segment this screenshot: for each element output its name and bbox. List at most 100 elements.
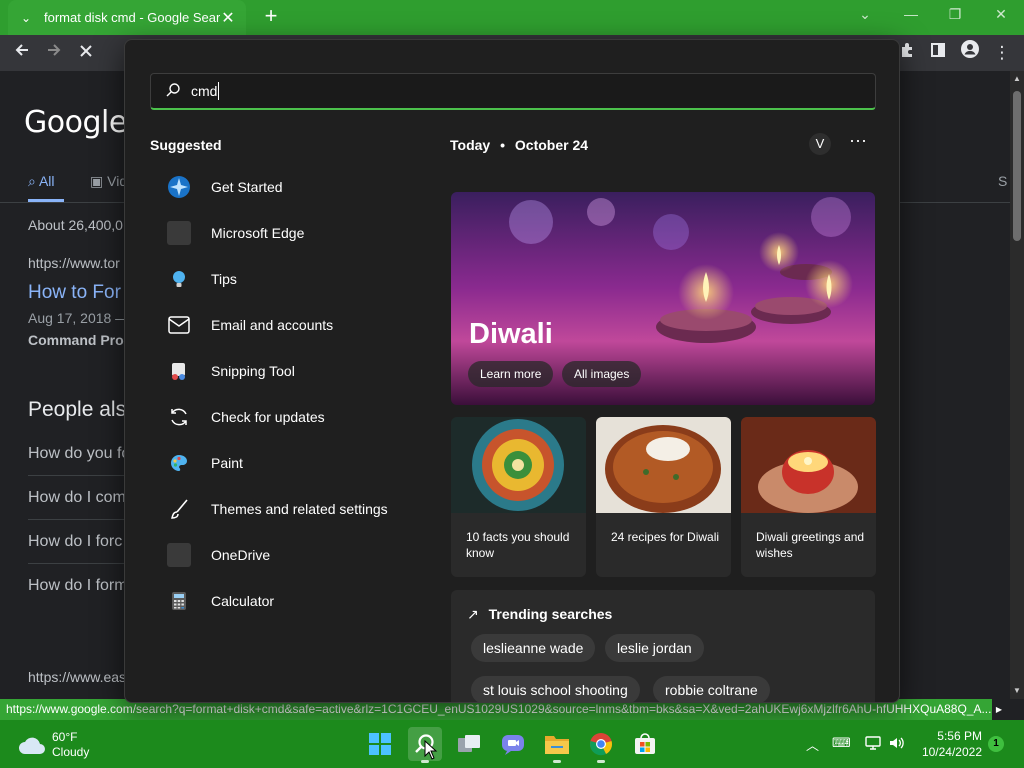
suggested-item-label: Tips xyxy=(211,271,237,287)
chrome-icon xyxy=(590,733,612,756)
article-card[interactable]: 10 facts you should know xyxy=(451,417,586,577)
forward-arrow-icon[interactable] xyxy=(40,39,68,67)
result-snippet: Command Pron xyxy=(28,332,133,348)
suggested-item-microsoft-edge[interactable]: Microsoft Edge xyxy=(150,213,410,253)
divider xyxy=(28,475,128,476)
video-icon: ▣ xyxy=(90,173,104,189)
suggested-item-label: Calculator xyxy=(211,593,275,609)
trending-label: Trending searches xyxy=(488,606,613,622)
new-tab-button[interactable]: + xyxy=(258,4,284,30)
people-also-ask-heading: People als xyxy=(28,398,127,421)
menu-kebab-icon[interactable]: ⋮ xyxy=(988,39,1016,67)
tab-all-label: All xyxy=(38,173,55,189)
keyboard-icon[interactable]: ⌨ xyxy=(832,735,851,751)
close-window-icon[interactable]: ✕ xyxy=(978,0,1024,30)
weather-temp: 60°F xyxy=(52,730,78,744)
suggested-item-label: Snipping Tool xyxy=(211,363,295,379)
today-heading: Today • October 24 xyxy=(450,137,588,153)
suggested-item-paint[interactable]: Paint xyxy=(150,443,410,483)
running-indicator xyxy=(553,760,561,763)
result-date: Aug 17, 2018 — xyxy=(28,310,130,326)
notification-badge[interactable]: 1 xyxy=(988,736,1004,752)
trending-item[interactable]: leslieanne wade xyxy=(471,634,596,662)
restore-icon[interactable]: ❐ xyxy=(932,0,978,30)
suggested-item-onedrive[interactable]: OneDrive xyxy=(150,535,410,575)
cloud-icon xyxy=(19,737,45,754)
diwali-hero-card[interactable]: Diwali Learn more All images xyxy=(451,192,875,405)
trending-item[interactable]: robbie coltrane xyxy=(653,676,770,702)
scroll-up-icon[interactable]: ▲ xyxy=(1010,74,1024,83)
tab-settings[interactable]: S xyxy=(998,173,1007,189)
suggested-item-label: OneDrive xyxy=(211,547,271,563)
suggested-item-email-accounts[interactable]: Email and accounts xyxy=(150,305,410,345)
suggested-item-themes-settings[interactable]: Themes and related settings xyxy=(150,489,410,529)
store-icon xyxy=(635,733,655,754)
more-options-button[interactable]: ··· xyxy=(847,131,869,154)
tab-search-icon[interactable]: ⌄ xyxy=(842,0,888,30)
tab-strip: ⌄ format disk cmd - Google Search ✕ + ⌄ … xyxy=(0,0,1024,35)
calculator-icon xyxy=(158,589,200,613)
user-avatar[interactable]: V xyxy=(809,133,831,155)
trending-item[interactable]: st louis school shooting xyxy=(471,676,640,702)
refresh-icon xyxy=(158,405,200,429)
question-item[interactable]: How do I form xyxy=(28,577,128,595)
paint-icon xyxy=(158,451,200,475)
chrome-button[interactable] xyxy=(584,727,618,763)
scrollbar-thumb[interactable] xyxy=(1013,91,1021,241)
question-item[interactable]: How do you fo xyxy=(28,445,130,463)
network-icon[interactable] xyxy=(864,735,882,754)
suggested-item-check-updates[interactable]: Check for updates xyxy=(150,397,410,437)
learn-more-button[interactable]: Learn more xyxy=(468,361,554,387)
minimize-icon[interactable]: — xyxy=(888,0,934,30)
volume-icon[interactable] xyxy=(888,735,906,754)
result-url[interactable]: https://www.tor xyxy=(28,255,120,271)
scroll-down-icon[interactable]: ▼ xyxy=(1010,686,1024,695)
search-input-value: cmd xyxy=(191,83,218,99)
google-logo[interactable]: Google xyxy=(24,105,127,140)
suggested-item-snipping-tool[interactable]: Snipping Tool xyxy=(150,351,410,391)
system-clock[interactable]: 5:56 PM 10/24/2022 xyxy=(918,728,982,760)
side-panel-icon[interactable] xyxy=(924,39,952,67)
tab-close-icon[interactable]: ✕ xyxy=(220,8,236,28)
suggested-item-get-started[interactable]: Get Started xyxy=(150,167,410,207)
suggested-item-tips[interactable]: Tips xyxy=(150,259,410,299)
tab-all[interactable]: ⌕ All xyxy=(28,173,55,190)
all-images-button[interactable]: All images xyxy=(562,361,642,387)
text-caret xyxy=(218,82,219,100)
browser-tab[interactable]: ⌄ format disk cmd - Google Search ✕ xyxy=(8,0,246,35)
trending-item[interactable]: leslie jordan xyxy=(605,634,704,662)
result-title-link[interactable]: How to For xyxy=(28,282,121,304)
today-label: Today xyxy=(450,137,491,153)
tab-title: format disk cmd - Google Search xyxy=(44,10,220,25)
brush-icon xyxy=(158,497,200,521)
start-search-input[interactable]: cmd xyxy=(150,73,876,110)
task-view-button[interactable] xyxy=(452,727,486,761)
suggested-item-label: Email and accounts xyxy=(211,317,334,333)
page-scrollbar[interactable]: ▲ ▼ xyxy=(1010,71,1024,699)
active-indicator xyxy=(421,760,429,763)
start-button[interactable] xyxy=(363,727,397,761)
status-scroll-icon: ▶ xyxy=(992,702,1006,718)
article-card[interactable]: Diwali greetings and wishes xyxy=(741,417,876,577)
show-hidden-icons-chevron[interactable]: ︿ xyxy=(806,735,819,754)
result-url[interactable]: https://www.eas xyxy=(28,669,126,685)
article-card[interactable]: 24 recipes for Diwali xyxy=(596,417,731,577)
question-item[interactable]: How do I forc xyxy=(28,533,122,551)
loading-icon: ⌄ xyxy=(20,10,32,25)
diya-hands-image xyxy=(741,417,876,513)
suggested-item-label: Get Started xyxy=(211,179,283,195)
store-button[interactable] xyxy=(628,727,662,761)
profile-icon[interactable] xyxy=(956,39,984,67)
teams-chat-button[interactable] xyxy=(496,727,530,761)
snipping-tool-icon xyxy=(158,359,200,383)
folder-icon xyxy=(545,736,569,754)
question-item[interactable]: How do I com xyxy=(28,489,126,507)
task-view-icon xyxy=(458,735,480,752)
tab-videos[interactable]: ▣ Vid xyxy=(90,173,127,190)
back-arrow-icon[interactable] xyxy=(8,39,36,67)
file-explorer-button[interactable] xyxy=(540,727,574,763)
stop-loading-icon[interactable] xyxy=(72,39,100,67)
article-caption: 24 recipes for Diwali xyxy=(611,530,720,544)
edge-icon xyxy=(158,221,200,245)
suggested-item-calculator[interactable]: Calculator xyxy=(150,581,410,621)
